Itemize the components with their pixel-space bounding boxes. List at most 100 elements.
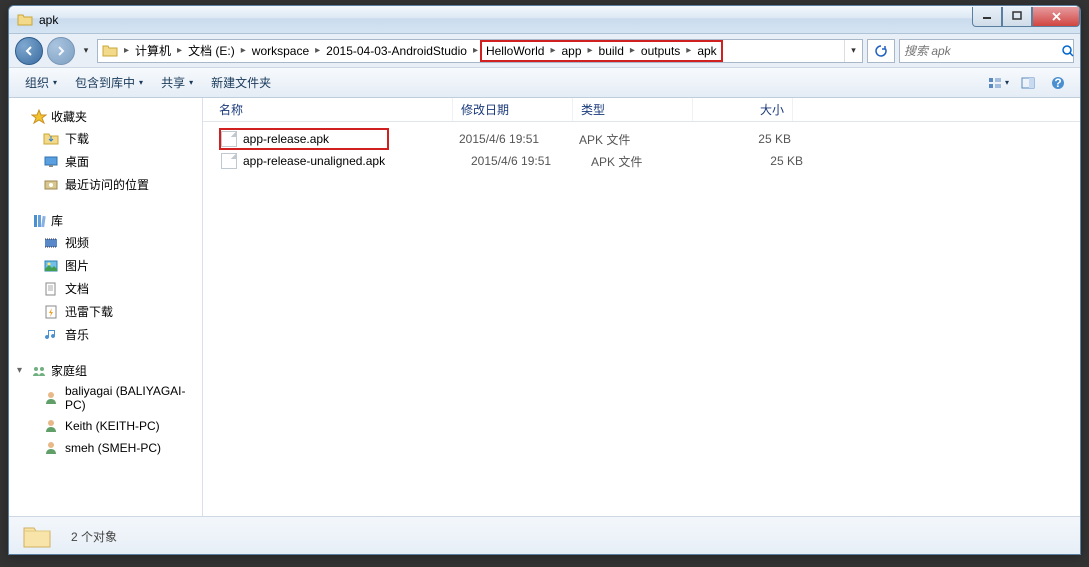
sidebar-item-music[interactable]: 音乐 [9, 323, 202, 346]
address-dropdown[interactable]: ▾ [844, 40, 862, 62]
sidebar-favorites-header[interactable]: 收藏夹 [9, 106, 202, 127]
sidebar-item-label: 下载 [65, 130, 89, 147]
chevron-right-icon[interactable]: ▸ [175, 45, 184, 56]
sidebar-item-label: Keith (KEITH-PC) [65, 419, 160, 433]
sidebar-item-pictures[interactable]: 图片 [9, 254, 202, 277]
favorites-label: 收藏夹 [51, 108, 87, 125]
search-icon[interactable] [1061, 44, 1075, 58]
file-type: APK 文件 [591, 153, 711, 170]
folder-icon [21, 521, 53, 553]
download-icon [43, 131, 59, 147]
thunder-icon [43, 304, 59, 320]
organize-label: 组织 [25, 74, 49, 91]
toolbar: 组织 ▾ 包含到库中 ▾ 共享 ▾ 新建文件夹 ▾ ? [9, 68, 1080, 98]
file-icon [221, 131, 237, 147]
file-row[interactable]: app-release.apk 2015/4/6 19:51 APK 文件 25… [203, 128, 1080, 150]
sidebar-item-label: 桌面 [65, 153, 89, 170]
include-in-library-menu[interactable]: 包含到库中 ▾ [67, 70, 151, 95]
file-size: 25 KB [699, 132, 799, 146]
chevron-right-icon[interactable]: ▸ [313, 45, 322, 56]
address-row: ▾ ▸ 计算机 ▸ 文档 (E:) ▸ workspace ▸ 2015-04-… [9, 34, 1080, 68]
breadcrumb-item[interactable]: build [595, 42, 628, 60]
breadcrumb-item[interactable]: workspace [248, 40, 313, 62]
forward-button[interactable] [47, 37, 75, 65]
status-count: 2 个对象 [71, 528, 117, 545]
chevron-right-icon[interactable]: ▸ [548, 45, 557, 56]
back-button[interactable] [15, 37, 43, 65]
column-headers: 名称 修改日期 类型 大小 [203, 98, 1080, 122]
share-menu[interactable]: 共享 ▾ [153, 70, 201, 95]
sidebar-item-user[interactable]: baliyagai (BALIYAGAI-PC) [9, 381, 202, 415]
sidebar-item-label: 迅雷下载 [65, 303, 113, 320]
chevron-down-icon: ▾ [139, 78, 143, 87]
preview-pane-button[interactable] [1014, 71, 1042, 95]
sidebar-libraries-header[interactable]: 库 [9, 210, 202, 231]
breadcrumb-item[interactable]: 文档 (E:) [184, 40, 239, 62]
libraries-label: 库 [51, 212, 63, 229]
breadcrumb-item[interactable]: outputs [637, 42, 684, 60]
breadcrumb-item[interactable]: 2015-04-03-AndroidStudio [322, 40, 471, 62]
maximize-button[interactable] [1002, 7, 1032, 27]
nav-history-dropdown[interactable]: ▾ [79, 39, 93, 63]
new-folder-label: 新建文件夹 [211, 74, 271, 91]
homegroup-icon [31, 363, 47, 379]
sidebar-item-recent[interactable]: 最近访问的位置 [9, 173, 202, 196]
sidebar-item-label: 视频 [65, 234, 89, 251]
sidebar-homegroup-header[interactable]: ▾ 家庭组 [9, 360, 202, 381]
new-folder-button[interactable]: 新建文件夹 [203, 70, 279, 95]
search-box[interactable] [899, 39, 1074, 63]
breadcrumb-item[interactable]: app [557, 42, 585, 60]
homegroup-label: 家庭组 [51, 362, 87, 379]
titlebar: apk [9, 6, 1080, 34]
refresh-button[interactable] [867, 39, 895, 63]
file-row[interactable]: app-release-unaligned.apk 2015/4/6 19:51… [203, 150, 1080, 172]
document-icon [43, 281, 59, 297]
status-bar: 2 个对象 [9, 516, 1080, 555]
sidebar-item-label: smeh (SMEH-PC) [65, 441, 161, 455]
chevron-down-icon: ▾ [189, 78, 193, 87]
video-icon [43, 235, 59, 251]
close-button[interactable] [1032, 7, 1080, 27]
address-bar[interactable]: ▸ 计算机 ▸ 文档 (E:) ▸ workspace ▸ 2015-04-03… [97, 39, 863, 63]
sidebar-item-user[interactable]: Keith (KEITH-PC) [9, 415, 202, 437]
star-icon [31, 109, 47, 125]
file-size: 25 KB [711, 154, 811, 168]
column-header-date[interactable]: 修改日期 [453, 98, 573, 121]
sidebar-item-videos[interactable]: 视频 [9, 231, 202, 254]
breadcrumb-item[interactable]: 计算机 [131, 40, 175, 62]
chevron-right-icon[interactable]: ▸ [122, 45, 131, 56]
sidebar-item-label: 文档 [65, 280, 89, 297]
column-header-size[interactable]: 大小 [693, 98, 793, 121]
search-input[interactable] [904, 44, 1061, 58]
caret-down-icon: ▾ [17, 365, 27, 376]
sidebar-item-user[interactable]: smeh (SMEH-PC) [9, 437, 202, 459]
sidebar-item-thunder[interactable]: 迅雷下载 [9, 300, 202, 323]
user-icon [43, 390, 59, 406]
user-icon [43, 418, 59, 434]
help-button[interactable]: ? [1044, 71, 1072, 95]
window-controls [972, 7, 1080, 27]
column-header-type[interactable]: 类型 [573, 98, 693, 121]
share-label: 共享 [161, 74, 185, 91]
column-header-name[interactable]: 名称 [203, 98, 453, 121]
chevron-right-icon[interactable]: ▸ [471, 45, 480, 56]
window-title: apk [39, 13, 972, 27]
chevron-right-icon[interactable]: ▸ [239, 45, 248, 56]
breadcrumb-item[interactable]: apk [693, 42, 720, 60]
file-type: APK 文件 [579, 131, 699, 148]
chevron-right-icon[interactable]: ▸ [684, 45, 693, 56]
sidebar-item-documents[interactable]: 文档 [9, 277, 202, 300]
chevron-down-icon: ▾ [53, 78, 57, 87]
breadcrumb-item[interactable]: HelloWorld [482, 42, 548, 60]
minimize-button[interactable] [972, 7, 1002, 27]
chevron-right-icon[interactable]: ▸ [628, 45, 637, 56]
music-icon [43, 327, 59, 343]
sidebar-item-desktop[interactable]: 桌面 [9, 150, 202, 173]
caret-icon [17, 215, 27, 226]
sidebar-item-downloads[interactable]: 下载 [9, 127, 202, 150]
organize-menu[interactable]: 组织 ▾ [17, 70, 65, 95]
chevron-down-icon: ▾ [1005, 78, 1009, 87]
view-options-button[interactable]: ▾ [984, 71, 1012, 95]
desktop-icon [43, 154, 59, 170]
chevron-right-icon[interactable]: ▸ [586, 45, 595, 56]
